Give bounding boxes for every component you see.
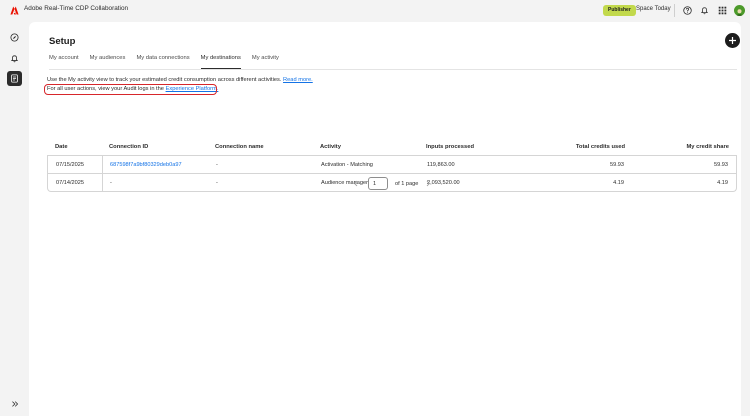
bell-icon [10,55,19,63]
space-selector[interactable]: Space Today [636,6,671,12]
left-nav-rail [0,22,29,416]
apps-grid-icon[interactable] [718,6,727,15]
col-header-my-credit-share[interactable]: My credit share [686,144,729,150]
tabs-divider [49,69,737,70]
info-line1-text: Use the My activity view to track your e… [47,77,282,83]
rail-item-setup[interactable] [7,71,22,86]
cell-my-credit-share: 59.93 [714,162,728,168]
notifications-bell-icon[interactable] [700,6,709,15]
next-page-chevron-right-icon[interactable] [425,180,431,189]
previous-page-chevron-left-icon[interactable] [353,180,359,189]
callout-highlight [44,83,217,95]
double-chevron-right-icon [11,400,18,407]
page-number-input[interactable] [368,177,388,190]
tab-bar: My account My audiences My data connecti… [49,55,290,69]
col-header-connection-id[interactable]: Connection ID [109,144,148,150]
page-title: Setup [49,36,76,47]
tab-my-destinations[interactable]: My destinations [200,55,242,69]
user-avatar[interactable] [734,5,745,16]
cell-connection-name: - [216,162,218,168]
info-text-credits: Use the My activity view to track your e… [47,77,313,83]
table-row[interactable]: 07/15/2025 687598f7a9bf80329deb0a97 - Ac… [48,156,736,174]
col-header-inputs-processed[interactable]: Inputs processed [426,144,474,150]
cell-connection-id-link[interactable]: 687598f7a9bf80329deb0a97 [110,162,182,168]
cell-activity: Activation - Matching [321,162,373,168]
cell-inputs-processed: 2,093,520.00 [427,179,460,186]
table-row[interactable]: 07/14/2025 - - Audience management 2,093… [48,173,736,191]
read-more-link[interactable]: Read more. [283,77,313,83]
col-header-total-credits-used[interactable]: Total credits used [576,144,625,150]
add-button[interactable] [725,33,740,48]
main-panel: Setup My account My audiences My data co… [29,22,741,416]
cell-total-credits-used: 59.93 [610,162,624,168]
plus-icon [729,37,736,44]
col-header-activity[interactable]: Activity [320,144,341,150]
cell-my-credit-share: 4.19 [717,179,728,186]
compass-icon [10,33,19,42]
row-column-divider [102,156,103,173]
rail-item-discover[interactable] [7,30,22,45]
cell-inputs-processed: 119,863.00 [427,162,455,168]
col-header-connection-name[interactable]: Connection name [215,144,264,150]
tab-my-activity[interactable]: My activity [252,55,279,69]
topbar-divider [674,4,675,17]
table-body: 07/15/2025 687598f7a9bf80329deb0a97 - Ac… [47,156,737,192]
avatar-person-icon [736,9,743,16]
page-count-label: of 1 page [395,180,419,187]
app-title[interactable]: Adobe Real-Time CDP Collaboration [24,5,128,12]
help-icon[interactable] [683,6,692,15]
tab-my-data-connections[interactable]: My data connections [136,55,189,69]
cell-connection-name: - [216,179,218,186]
cell-date: 07/15/2025 [56,162,84,168]
cell-connection-id: - [110,179,112,186]
rail-expand-button[interactable] [7,396,22,411]
table-header: Date Connection ID Connection name Activ… [47,139,737,156]
rail-item-notifications[interactable] [7,51,22,66]
tab-my-account[interactable]: My account [49,55,79,69]
top-bar: Adobe Real-Time CDP Collaboration Publis… [0,0,750,22]
adobe-logo-icon [10,6,19,15]
cell-total-credits-used: 4.19 [613,179,624,186]
destinations-table: Date Connection ID Connection name Activ… [47,139,737,192]
tab-my-audiences[interactable]: My audiences [90,55,126,69]
row-column-divider [102,173,103,191]
document-list-icon [11,74,18,83]
role-badge: Publisher [603,5,636,16]
col-header-date[interactable]: Date [55,144,68,150]
cell-date: 07/14/2025 [56,179,84,186]
